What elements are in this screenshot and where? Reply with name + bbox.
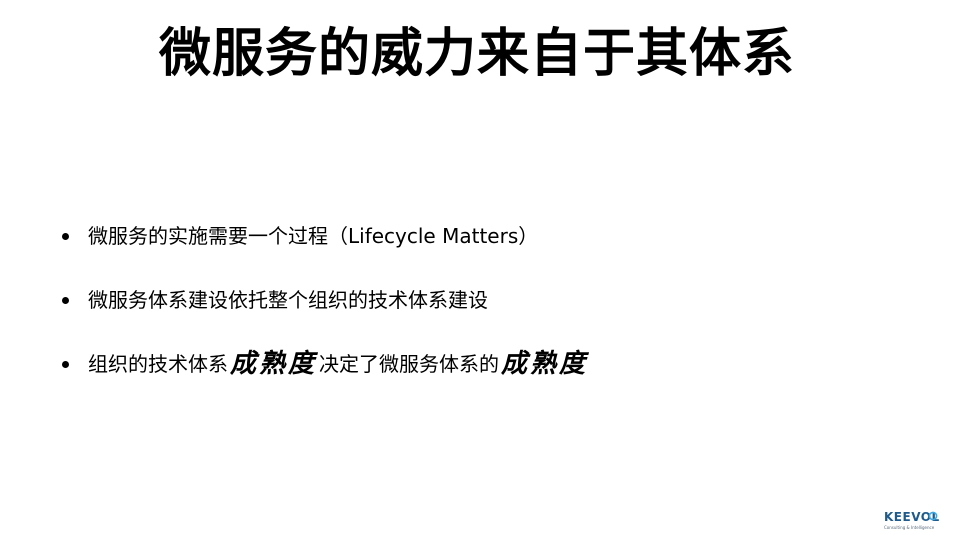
bullet-text: 微服务体系建设依托整个组织的技术体系建设 <box>88 288 488 312</box>
logo-tagline: Consulting & Intelligence <box>884 525 935 530</box>
logo-ring-icon <box>928 511 938 521</box>
slide: 微服务的威力来自于其体系 微服务的实施需要一个过程（Lifecycle Matt… <box>0 0 954 535</box>
slide-title: 微服务的威力来自于其体系 <box>158 24 795 84</box>
bullet-dot <box>62 296 69 304</box>
bullet-dot <box>62 360 69 368</box>
bullet-item: 微服务的实施需要一个过程（Lifecycle Matters） <box>62 218 590 254</box>
bullet-dot <box>62 232 69 240</box>
bullet-text: 组织的技术体系 <box>88 352 228 376</box>
emphasis-text: 成熟度 <box>230 349 318 379</box>
emphasis-text: 成熟度 <box>501 349 589 379</box>
bullet-text: 微服务的实施需要一个过程（Lifecycle Matters） <box>88 224 539 248</box>
bullet-text: 决定了微服务体系的 <box>319 352 500 376</box>
bullet-item: 微服务体系建设依托整个组织的技术体系建设 <box>62 282 590 318</box>
bullet-list: 微服务的实施需要一个过程（Lifecycle Matters） 微服务体系建设依… <box>62 218 590 410</box>
bullet-item: 组织的技术体系 成熟度 决定了微服务体系的 成熟度 <box>62 346 590 382</box>
keevol-logo: KEEVOL Consulting & Intelligence <box>884 510 948 532</box>
